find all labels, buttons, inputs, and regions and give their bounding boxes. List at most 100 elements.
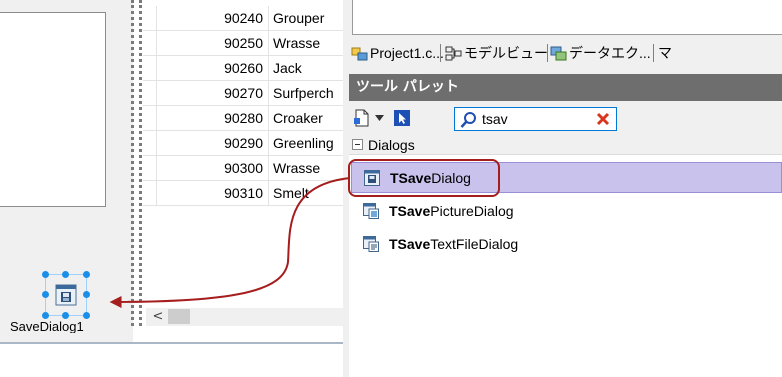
resize-handle[interactable]	[42, 291, 49, 298]
collapse-icon[interactable]	[352, 139, 363, 150]
palette-item-label: TSavePictureDialog	[389, 203, 514, 219]
grid-left-border	[131, 0, 134, 326]
tab-data-explorer[interactable]: データエク...	[550, 42, 651, 64]
row-indicator	[143, 31, 157, 56]
search-input[interactable]	[482, 110, 582, 128]
row-name-cell: Wrasse	[268, 31, 320, 56]
row-name: Smelt	[273, 185, 309, 201]
palette-item-label: TSaveDialog	[390, 170, 471, 186]
tab-separator	[547, 44, 548, 62]
tab-separator	[653, 44, 654, 62]
tab-project[interactable]: Project1.c...	[351, 42, 444, 64]
row-name: Wrasse	[273, 160, 321, 176]
palette-list: Dialogs TSaveDialog TSavePictureDialog T…	[349, 135, 782, 377]
upper-panel	[352, 0, 782, 35]
palette-item-tsavepicturedialog[interactable]: TSavePictureDialog	[351, 195, 782, 226]
row-indicator	[143, 106, 157, 131]
row-code: 90240	[224, 10, 263, 26]
horizontal-scrollbar[interactable]: <	[146, 308, 343, 326]
row-name-cell: Wrasse	[268, 156, 320, 181]
data-grid[interactable]: 90240 Grouper 90250 Wrasse 90260 Jack 90270…	[133, 0, 343, 342]
row-code: 90280	[224, 110, 263, 126]
category-label: Dialogs	[368, 136, 415, 153]
grid-inner-border	[139, 0, 142, 326]
table-row[interactable]: 90300 Wrasse	[143, 156, 343, 181]
table-row[interactable]: 90240 Grouper	[143, 6, 343, 31]
resize-handle[interactable]	[42, 312, 49, 319]
clear-search-icon[interactable]	[595, 111, 611, 127]
row-code: 90260	[224, 60, 263, 76]
save-dialog-component[interactable]	[42, 271, 90, 319]
row-name: Grouper	[273, 10, 325, 26]
save-text-file-dialog-icon	[363, 235, 379, 252]
designer-footer	[0, 344, 343, 377]
match-text: TSave	[390, 169, 432, 186]
row-indicator	[143, 131, 157, 156]
row-name-cell: Greenling	[268, 131, 334, 156]
pointer-tool-icon[interactable]	[394, 110, 410, 126]
tab-more[interactable]: マ	[658, 42, 672, 64]
list-box[interactable]	[0, 12, 106, 207]
row-code: 90290	[224, 135, 263, 151]
resize-handle[interactable]	[62, 271, 69, 278]
rest-text: Dialog	[431, 169, 471, 186]
resize-handle[interactable]	[83, 291, 90, 298]
palette-title: ツール パレット	[349, 74, 782, 101]
tab-label: Project1.c...	[370, 45, 444, 61]
resize-handle[interactable]	[42, 271, 49, 278]
row-name: Croaker	[273, 110, 323, 126]
data-explorer-icon	[550, 46, 567, 60]
resize-handle[interactable]	[83, 312, 90, 319]
category-dialogs[interactable]: Dialogs	[349, 135, 782, 155]
row-name-cell: Grouper	[268, 6, 324, 31]
match-text: TSave	[389, 202, 431, 219]
tab-label: マ	[658, 45, 672, 61]
save-picture-dialog-icon	[363, 202, 379, 219]
tab-strip: Project1.c... モデルビュー データエク... マ	[348, 38, 782, 68]
palette-item-tsavetextfiledialog[interactable]: TSaveTextFileDialog	[351, 228, 782, 259]
row-indicator	[143, 6, 157, 31]
tool-palette-pane: Project1.c... モデルビュー データエク... マ ツール パレット	[343, 0, 782, 377]
rest-text: TextFileDialog	[430, 235, 519, 252]
save-dialog-icon	[55, 284, 77, 306]
rest-text: PictureDialog	[430, 202, 514, 219]
tab-label: モデルビュー	[464, 45, 548, 61]
resize-handle[interactable]	[83, 271, 90, 278]
search-field[interactable]	[454, 107, 617, 131]
save-dialog-icon	[364, 169, 380, 186]
table-row[interactable]: 90260 Jack	[143, 56, 343, 81]
grid-rows: 90240 Grouper 90250 Wrasse 90260 Jack 90270…	[143, 6, 343, 206]
new-item-icon[interactable]	[353, 109, 371, 127]
scroll-left-button[interactable]: <	[150, 308, 166, 326]
palette-item-label: TSaveTextFileDialog	[389, 236, 518, 252]
resize-handle[interactable]	[62, 312, 69, 319]
row-name-cell: Surfperch	[268, 81, 334, 106]
chevron-down-icon[interactable]	[375, 115, 384, 121]
tab-model-view[interactable]: モデルビュー	[445, 42, 548, 64]
row-name-cell: Jack	[268, 56, 302, 81]
row-name: Jack	[273, 60, 302, 76]
palette-toolbar	[349, 101, 782, 135]
table-row[interactable]: 90290 Greenling	[143, 131, 343, 156]
row-name-cell: Croaker	[268, 106, 323, 131]
row-indicator	[143, 56, 157, 81]
row-code: 90300	[224, 160, 263, 176]
palette-item-tsavedialog[interactable]: TSaveDialog	[351, 162, 782, 193]
table-row[interactable]: 90310 Smelt	[143, 181, 343, 206]
row-code: 90250	[224, 35, 263, 51]
scroll-thumb[interactable]	[168, 309, 190, 324]
model-view-icon	[445, 46, 462, 60]
row-code: 90270	[224, 85, 263, 101]
table-row[interactable]: 90270 Surfperch	[143, 81, 343, 106]
table-row[interactable]: 90280 Croaker	[143, 106, 343, 131]
row-indicator	[143, 81, 157, 106]
project-icon	[351, 47, 368, 60]
table-row[interactable]: 90250 Wrasse	[143, 31, 343, 56]
match-text: TSave	[389, 235, 431, 252]
form-designer: 90240 Grouper 90250 Wrasse 90260 Jack 90270…	[0, 0, 343, 377]
row-name: Greenling	[273, 135, 334, 151]
search-icon	[460, 112, 476, 128]
row-name-cell: Smelt	[268, 181, 309, 206]
row-indicator	[143, 181, 157, 206]
row-name: Wrasse	[273, 35, 321, 51]
